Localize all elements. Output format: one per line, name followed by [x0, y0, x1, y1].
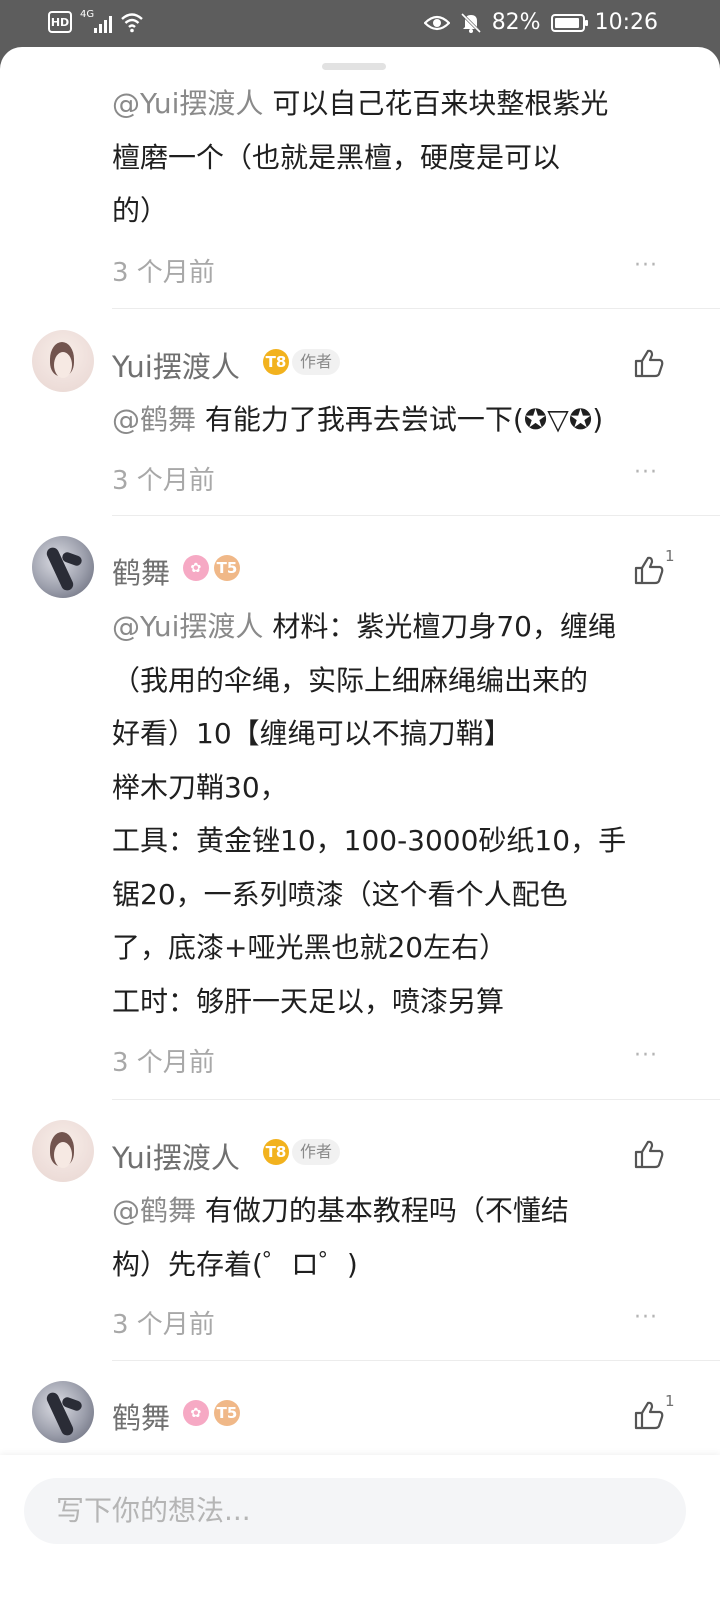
text-line: 的）: [112, 194, 169, 227]
text-line: 了，底漆+哑光黑也就20左右）: [112, 931, 508, 964]
mention-link[interactable]: @Yui摆渡人: [112, 610, 263, 643]
divider: [112, 1099, 720, 1100]
text-line: 好看）10【缠绳可以不搞刀鞘】: [112, 717, 512, 750]
user-name[interactable]: 鹤舞: [112, 1395, 170, 1437]
like-count: 1: [665, 1392, 675, 1410]
text-line: 工具：黄金锉10，100-3000砂纸10，手: [112, 824, 627, 857]
battery-percent: 82%: [491, 10, 541, 35]
reply-time: 3 个月前: [112, 1048, 215, 1078]
text-line: @Yui摆渡人 可以自己花百来块整根紫光: [112, 87, 609, 120]
reply-text: @Yui摆渡人 可以自己花百来块整根紫光 檀磨一个（也就是黑檀，硬度是可以 的）: [112, 77, 682, 238]
divider: [112, 515, 720, 516]
avatar[interactable]: [32, 330, 94, 392]
text-line: （我用的伞绳，实际上细麻绳编出来的: [112, 663, 589, 697]
more-options-icon[interactable]: ···: [634, 460, 658, 485]
wifi-icon: [121, 13, 143, 33]
text-line: 工时：够肝一天足以，喷漆另算: [112, 984, 505, 1018]
clock: 10:26: [594, 10, 658, 35]
more-options-icon[interactable]: ···: [634, 253, 658, 278]
fan-badge-icon: ✿: [183, 1400, 209, 1426]
drag-handle[interactable]: [322, 63, 386, 70]
comment-input[interactable]: 写下你的想法...: [24, 1478, 686, 1544]
battery-icon: [550, 13, 588, 32]
text-line: 锯20，一系列喷漆（这个看个人配色: [112, 877, 568, 911]
reply-time: 3 个月前: [112, 258, 215, 288]
divider: [112, 308, 720, 309]
like-count: 1: [665, 547, 675, 565]
text-line: 檀磨一个（也就是黑檀，硬度是可以: [112, 140, 561, 174]
level-badge: T8: [263, 1139, 289, 1165]
mention-link[interactable]: @鹤舞: [112, 1194, 196, 1227]
mention-link[interactable]: @鹤舞: [112, 403, 196, 436]
reply-text: @Yui摆渡人 材料：紫光檀刀身70，缠绳 （我用的伞绳，实际上细麻绳编出来的 …: [112, 600, 682, 1028]
hd-icon: HD: [48, 11, 72, 33]
avatar[interactable]: [32, 1381, 94, 1443]
author-tag: 作者: [292, 1139, 341, 1165]
reply-time: 3 个月前: [112, 1310, 215, 1340]
reply-time: 3 个月前: [112, 466, 215, 496]
like-icon[interactable]: [632, 553, 666, 587]
more-options-icon[interactable]: ···: [634, 1043, 658, 1068]
mention-link[interactable]: @Yui摆渡人: [112, 87, 263, 120]
signal-icon: 4G: [80, 9, 112, 33]
avatar[interactable]: [32, 1120, 94, 1182]
text-line: @鹤舞 有做刀的基本教程吗（不懂结: [112, 1194, 569, 1227]
avatar[interactable]: [32, 536, 94, 598]
text-line: @鹤舞 有能力了我再去尝试一下(✪▽✪): [112, 403, 604, 436]
author-tag: 作者: [292, 349, 341, 375]
user-name[interactable]: Yui摆渡人: [112, 1135, 240, 1177]
divider: [112, 1360, 720, 1361]
user-name[interactable]: Yui摆渡人: [112, 344, 240, 386]
fan-badge-icon: ✿: [183, 555, 209, 581]
reply-text: @鹤舞 有能力了我再去尝试一下(✪▽✪): [112, 393, 682, 447]
level-badge: T8: [263, 349, 289, 375]
like-icon[interactable]: [632, 1137, 666, 1171]
like-icon[interactable]: [632, 346, 666, 380]
text-line: 榉木刀鞘30，: [112, 770, 288, 804]
comment-input-bar: 写下你的想法...: [0, 1455, 720, 1600]
level-badge: T5: [214, 555, 240, 581]
more-options-icon[interactable]: ···: [634, 1305, 658, 1330]
comment-sheet: @Yui摆渡人 可以自己花百来块整根紫光 檀磨一个（也就是黑檀，硬度是可以 的）…: [0, 47, 720, 1600]
bell-off-icon: [460, 12, 481, 33]
text-line: 构）先存着(゜ロ゜): [112, 1247, 358, 1281]
eye-icon: [423, 15, 450, 30]
like-icon[interactable]: [632, 1398, 666, 1432]
user-name[interactable]: 鹤舞: [112, 550, 170, 592]
reply-text: @鹤舞 有做刀的基本教程吗（不懂结 构）先存着(゜ロ゜): [112, 1184, 682, 1291]
status-bar: HD 4G 82% 10:26: [0, 0, 720, 48]
level-badge: T5: [214, 1400, 240, 1426]
text-line: @Yui摆渡人 材料：紫光檀刀身70，缠绳: [112, 610, 616, 643]
